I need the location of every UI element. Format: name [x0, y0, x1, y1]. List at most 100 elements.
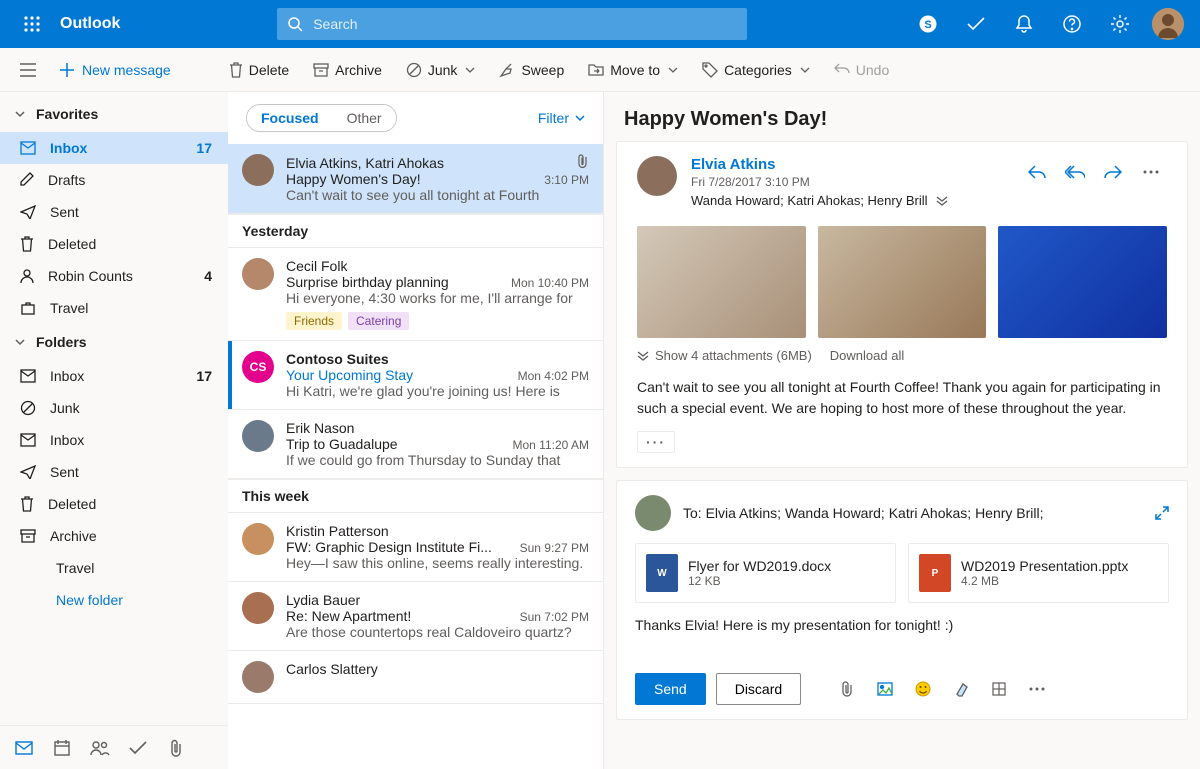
- trash-icon: [229, 62, 243, 78]
- categories-button[interactable]: Categories: [692, 54, 820, 86]
- chevron-down-icon: [465, 65, 475, 75]
- reply-button[interactable]: [1021, 156, 1053, 188]
- sweep-button[interactable]: Sweep: [489, 54, 574, 86]
- account-avatar[interactable]: [1152, 8, 1184, 40]
- folder-item-inbox[interactable]: Inbox17: [0, 132, 228, 164]
- folder-item-inbox[interactable]: Inbox: [0, 424, 228, 456]
- question-icon: [1062, 14, 1082, 34]
- junk-button[interactable]: Junk: [396, 54, 486, 86]
- new-message-button[interactable]: New message: [48, 54, 183, 86]
- message-item[interactable]: CSContoso SuitesYour Upcoming StayMon 4:…: [228, 341, 603, 410]
- forward-button[interactable]: [1097, 156, 1129, 188]
- folder-item-sent[interactable]: Sent: [0, 456, 228, 488]
- reply-all-icon: [1065, 165, 1085, 179]
- folder-item-sent[interactable]: Sent: [0, 196, 228, 228]
- category-tag[interactable]: Catering: [348, 312, 409, 330]
- attachment-card[interactable]: PWD2019 Presentation.pptx4.2 MB: [908, 543, 1169, 603]
- attachment-card[interactable]: WFlyer for WD2019.docx12 KB: [635, 543, 896, 603]
- sent-icon: [20, 465, 36, 479]
- more-compose-button[interactable]: [1021, 673, 1053, 705]
- settings-button[interactable]: [1096, 0, 1144, 48]
- expand-quoted-button[interactable]: ···: [637, 431, 675, 453]
- folder-item-junk[interactable]: Junk: [0, 392, 228, 424]
- emoji-button[interactable]: [907, 673, 939, 705]
- folder-item-inbox[interactable]: Inbox17: [0, 360, 228, 392]
- insert-image-button[interactable]: [869, 673, 901, 705]
- folder-item-deleted[interactable]: Deleted: [0, 228, 228, 260]
- app-launcher-button[interactable]: [8, 0, 56, 48]
- folders-header[interactable]: Folders: [0, 324, 228, 360]
- more-actions-button[interactable]: [1135, 156, 1167, 188]
- filter-button[interactable]: Filter: [538, 110, 585, 126]
- message-item[interactable]: Kristin PattersonFW: Graphic Design Inst…: [228, 513, 603, 582]
- message-item[interactable]: Lydia BauerRe: New Apartment!Sun 7:02 PM…: [228, 582, 603, 651]
- archive-button[interactable]: Archive: [303, 54, 392, 86]
- drafts-icon: [20, 172, 34, 188]
- message-preview: If we could go from Thursday to Sunday t…: [286, 452, 589, 468]
- attachment-image[interactable]: [637, 226, 806, 338]
- folder-item-deleted[interactable]: Deleted: [0, 488, 228, 520]
- message-item[interactable]: Cecil FolkSurprise birthday planningMon …: [228, 248, 603, 341]
- category-tag[interactable]: Friends: [286, 312, 342, 330]
- tab-focused[interactable]: Focused: [247, 105, 333, 131]
- chevron-down-icon: [668, 65, 678, 75]
- insert-table-button[interactable]: [983, 673, 1015, 705]
- tab-other[interactable]: Other: [333, 105, 396, 131]
- mail-module-button[interactable]: [6, 730, 42, 766]
- notifications-button[interactable]: [1000, 0, 1048, 48]
- folder-item-travel[interactable]: Travel: [0, 292, 228, 324]
- nav-toggle-button[interactable]: [12, 54, 44, 86]
- app-brand: Outlook: [60, 15, 120, 33]
- message-subject: Your Upcoming Stay: [286, 367, 413, 383]
- attachment-image[interactable]: [818, 226, 987, 338]
- move-to-button[interactable]: Move to: [578, 54, 688, 86]
- reply-icon: [1028, 165, 1046, 179]
- message-time: Sun 9:27 PM: [520, 541, 589, 555]
- tasks-module-button[interactable]: [120, 730, 156, 766]
- search-input[interactable]: [311, 15, 737, 33]
- undo-button[interactable]: Undo: [824, 54, 899, 86]
- sender-name[interactable]: Elvia Atkins: [691, 156, 1007, 173]
- calendar-module-button[interactable]: [44, 730, 80, 766]
- attachment-image[interactable]: [998, 226, 1167, 338]
- skype-button[interactable]: S: [904, 0, 952, 48]
- attach-button[interactable]: [831, 673, 863, 705]
- download-all-button[interactable]: Download all: [830, 348, 904, 363]
- message-subject: FW: Graphic Design Institute Fi...: [286, 539, 492, 555]
- message-item[interactable]: Erik NasonTrip to GuadalupeMon 11:20 AMI…: [228, 410, 603, 479]
- help-button[interactable]: [1048, 0, 1096, 48]
- reply-recipients[interactable]: To: Elvia Atkins; Wanda Howard; Katri Ah…: [683, 505, 1044, 521]
- folder-item-drafts[interactable]: Drafts: [0, 164, 228, 196]
- sender-avatar: [242, 592, 274, 624]
- search-icon: [287, 16, 303, 32]
- show-attachments-button[interactable]: Show 4 attachments (6MB): [637, 348, 812, 363]
- sender-avatar: [242, 661, 274, 693]
- chevron-down-icon: [14, 336, 26, 348]
- people-module-button[interactable]: [82, 730, 118, 766]
- expand-composer-button[interactable]: [1155, 506, 1169, 520]
- folder-item-archive[interactable]: Archive: [0, 520, 228, 552]
- svg-text:S: S: [924, 19, 931, 31]
- ellipsis-icon: [1143, 170, 1159, 174]
- reply-all-button[interactable]: [1059, 156, 1091, 188]
- folder-item-robin-counts[interactable]: Robin Counts4: [0, 260, 228, 292]
- folder-item-travel[interactable]: Travel: [0, 552, 228, 584]
- send-button[interactable]: Send: [635, 673, 706, 705]
- message-item[interactable]: Carlos Slattery: [228, 651, 603, 704]
- message-preview: Are those countertops real Caldoveiro qu…: [286, 624, 589, 640]
- attachments-module-button[interactable]: [158, 730, 194, 766]
- tasks-button[interactable]: [952, 0, 1000, 48]
- new-folder-link[interactable]: New folder: [0, 584, 228, 616]
- discard-button[interactable]: Discard: [716, 673, 801, 705]
- deleted-icon: [20, 496, 34, 512]
- focused-other-toggle[interactable]: Focused Other: [246, 104, 397, 132]
- delete-button[interactable]: Delete: [219, 54, 299, 86]
- reply-body[interactable]: Thanks Elvia! Here is my presentation fo…: [635, 617, 1169, 633]
- message-item[interactable]: Elvia Atkins, Katri AhokasHappy Women's …: [228, 144, 603, 214]
- checkmark-icon: [966, 14, 986, 34]
- highlight-button[interactable]: [945, 673, 977, 705]
- top-bar: Outlook S: [0, 0, 1200, 48]
- favorites-header[interactable]: Favorites: [0, 96, 228, 132]
- chevron-double-down-icon[interactable]: [936, 196, 948, 206]
- search-box[interactable]: [277, 8, 747, 40]
